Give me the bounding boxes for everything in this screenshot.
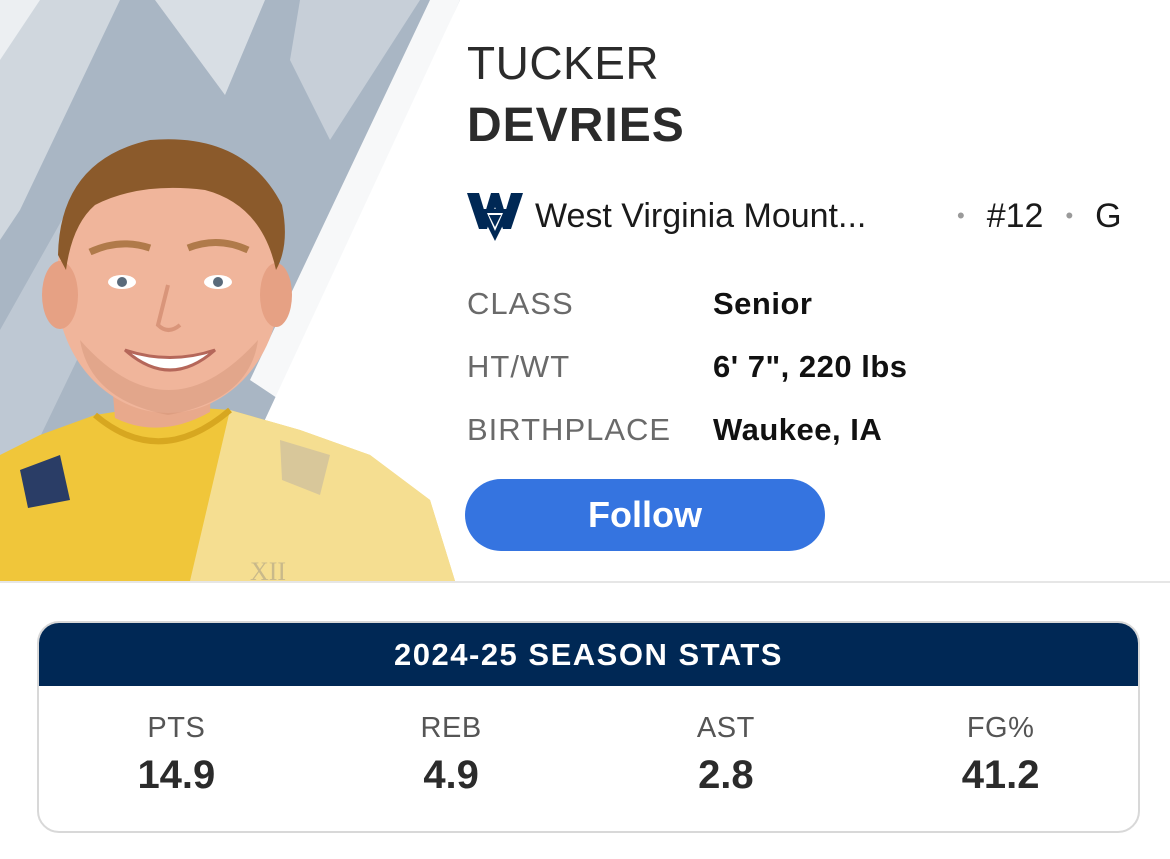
info-label: HT/WT: [467, 348, 571, 384]
info-row-height-weight: HT/WT 6' 7", 220 lbs: [467, 335, 908, 398]
team-row: West Virginia Mount... • #12 • G: [467, 186, 1147, 246]
stat-label: AST: [696, 712, 755, 744]
info-row-birthplace: BIRTHPLACE Waukee, IA: [467, 398, 908, 461]
stat-value: 2.8: [698, 753, 754, 797]
stat-rebounds: REB 4.9: [314, 686, 589, 831]
stat-label: REB: [420, 712, 482, 744]
stat-assists: AST 2.8: [589, 686, 864, 831]
season-stats-title: 2024-25 SEASON STATS: [39, 623, 1138, 686]
player-photo: XII: [0, 0, 460, 581]
info-label: CLASS: [467, 285, 574, 321]
player-header: XII TUCKER DEVRIES West Virginia Mount..…: [0, 0, 1170, 581]
separator-dot: •: [1065, 203, 1074, 228]
stat-field-goal-pct: FG% 41.2: [863, 686, 1138, 831]
info-value: Waukee, IA: [713, 411, 883, 447]
flying-wv-logo-icon[interactable]: [467, 191, 523, 241]
team-name-link[interactable]: West Virginia Mount...: [535, 197, 921, 236]
stat-label: PTS: [147, 712, 206, 744]
follow-button[interactable]: Follow: [465, 479, 825, 551]
stat-label: FG%: [966, 712, 1035, 744]
stat-points: PTS 14.9: [39, 686, 314, 831]
stat-value: 14.9: [137, 753, 216, 797]
svg-text:XII: XII: [250, 557, 286, 581]
season-stats-card: 2024-25 SEASON STATS PTS 14.9 REB 4.9 AS…: [37, 621, 1140, 833]
separator-dot: •: [957, 203, 965, 228]
stat-value: 4.9: [423, 753, 479, 797]
info-value: 6' 7", 220 lbs: [713, 348, 908, 384]
player-position: G: [1095, 196, 1122, 235]
player-photo-panel: XII: [0, 0, 460, 581]
stat-value: 41.2: [961, 753, 1040, 797]
jersey-number: #12: [986, 196, 1044, 235]
divider: [0, 581, 1170, 583]
bio-info: CLASS Senior HT/WT 6' 7", 220 lbs BIRTHP…: [467, 272, 908, 461]
player-last-name: DEVRIES: [467, 99, 685, 152]
info-row-class: CLASS Senior: [467, 272, 908, 335]
info-value: Senior: [713, 285, 813, 321]
info-label: BIRTHPLACE: [467, 411, 672, 447]
stats-row: PTS 14.9 REB 4.9 AST 2.8 FG% 41.2: [39, 686, 1138, 831]
player-first-name: TUCKER: [467, 37, 660, 89]
